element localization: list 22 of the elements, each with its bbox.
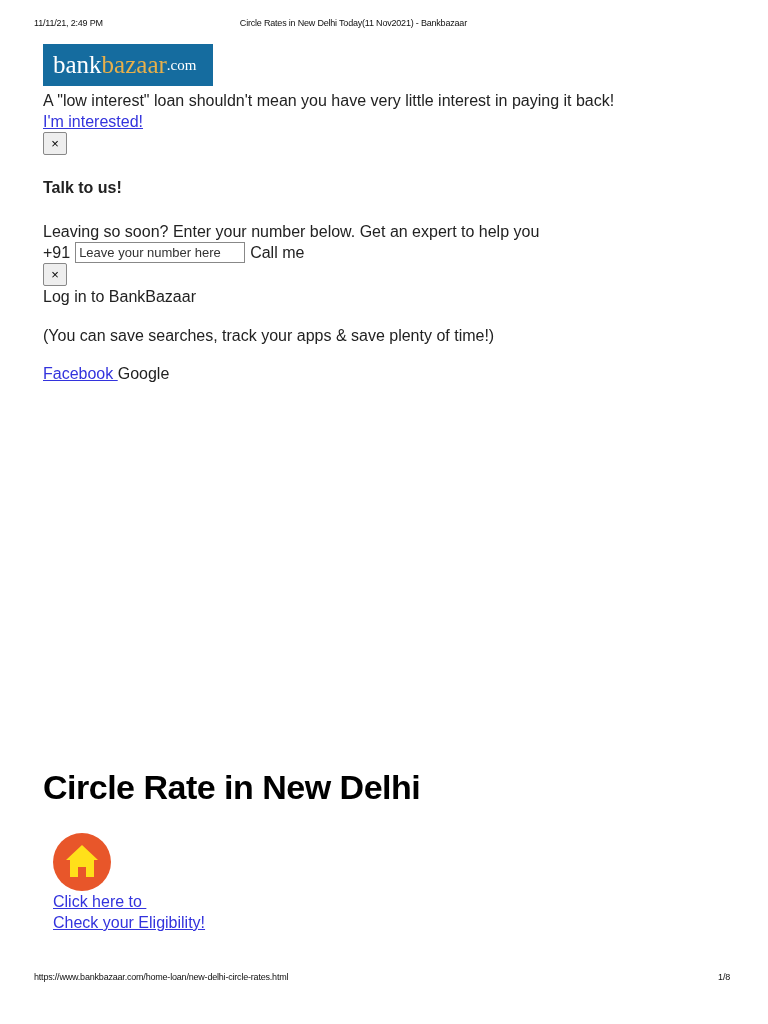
print-date: 11/11/21, 2:49 PM: [34, 18, 103, 28]
promo-text: A "low interest" loan shouldn't mean you have very little interest in paying it back!: [43, 91, 616, 111]
section-title: Talk to us!: [43, 179, 123, 197]
login-title: Log in to BankBazaar: [43, 287, 197, 307]
google-label: Google: [117, 364, 170, 384]
login-text: (You can save searches, track your apps & save plenty of time!): [43, 326, 496, 346]
interested-link[interactable]: I'm interested!: [43, 113, 143, 130]
country-code: +91: [43, 243, 71, 263]
facebook-link[interactable]: Facebook: [43, 363, 118, 384]
callback-text: Leaving so soon? Enter your number below. Get an expert to help you: [43, 222, 541, 242]
page-title: Circle Rates in New Delhi Today(11 Nov2021) - Bankbazaar: [238, 18, 468, 28]
eligibility-link[interactable]: Check your Eligibility!: [53, 914, 206, 931]
logo: bankbazaar.com: [43, 44, 213, 86]
close-button[interactable]: ×: [43, 263, 67, 286]
eligibility-link[interactable]: Click here to: [53, 893, 147, 910]
phone-field[interactable]: Leave your number here: [75, 242, 246, 263]
call-me-label: Call me: [250, 243, 305, 263]
page-url: https://www.bankbazaar.com/home-loan/new-delhi-circle-rates.html: [34, 972, 289, 984]
house-icon: [53, 833, 111, 891]
page-number: 1/8: [718, 972, 730, 984]
page-heading: Circle Rate in New Delhi: [43, 768, 422, 807]
close-button[interactable]: ×: [43, 132, 67, 155]
